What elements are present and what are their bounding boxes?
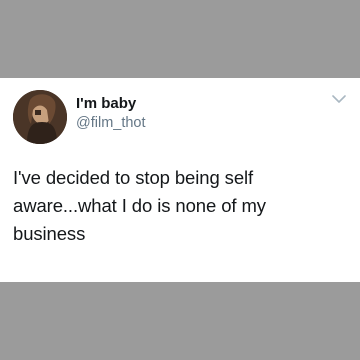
bottom-backdrop (0, 282, 360, 360)
display-name[interactable]: I'm baby (76, 95, 136, 112)
chevron-down-icon[interactable] (332, 94, 346, 104)
user-handle[interactable]: @film_thot (76, 115, 146, 131)
top-backdrop (0, 0, 360, 78)
tweet-text: I've decided to stop being self aware...… (13, 167, 266, 244)
user-avatar[interactable] (13, 90, 67, 144)
avatar-icon (13, 90, 67, 144)
tweet-card: I'm baby @film_thot I've decided to stop… (0, 78, 360, 282)
